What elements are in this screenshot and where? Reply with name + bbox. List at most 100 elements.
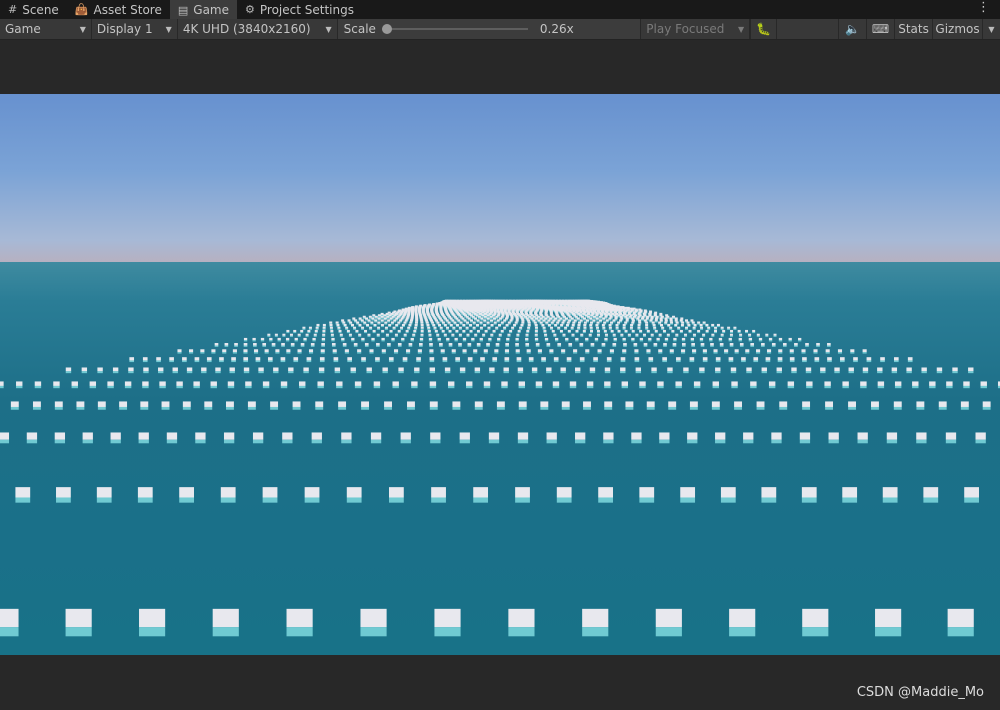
cube — [776, 367, 782, 374]
cube — [837, 349, 843, 354]
cube — [232, 349, 237, 354]
play-mode-dropdown[interactable]: Play Focused ▼ — [640, 19, 751, 39]
more-options-icon[interactable]: ⋮ — [977, 1, 990, 14]
tab-scene[interactable]: # Scene — [0, 0, 67, 19]
cube — [712, 381, 719, 389]
cube — [179, 487, 195, 503]
mute-audio-button[interactable]: 🔈 — [838, 19, 867, 39]
tab-project-settings[interactable]: ⚙ Project Settings — [237, 0, 362, 19]
cube — [357, 349, 362, 354]
cube — [82, 432, 93, 444]
scale-slider-handle[interactable] — [381, 24, 392, 34]
cube — [498, 333, 502, 337]
cube — [490, 323, 494, 328]
cube — [646, 349, 651, 354]
cube — [474, 401, 483, 410]
resolution-dropdown[interactable]: 4K UHD (3840x2160) ▼ — [177, 19, 338, 39]
cube — [634, 349, 639, 354]
cube — [336, 323, 340, 328]
cube — [761, 367, 767, 374]
cube — [331, 343, 336, 347]
game-view[interactable] — [0, 94, 1000, 655]
cube — [363, 321, 367, 325]
cube — [486, 314, 490, 318]
cube — [534, 333, 538, 337]
cube — [374, 319, 378, 323]
cube — [761, 343, 765, 347]
cube — [274, 333, 278, 337]
cube — [646, 401, 655, 410]
cube — [374, 315, 378, 319]
cube — [428, 337, 433, 342]
cube — [639, 329, 643, 334]
cube — [364, 343, 369, 347]
cube — [448, 329, 452, 334]
cube — [583, 317, 587, 321]
cube — [820, 367, 826, 374]
cube — [608, 326, 612, 330]
cube — [455, 323, 459, 328]
cube — [503, 326, 507, 330]
cube — [211, 349, 216, 354]
cube — [361, 401, 370, 410]
cube — [420, 323, 424, 328]
cube — [720, 333, 724, 337]
tab-game[interactable]: ▤ Game — [169, 0, 237, 19]
cube — [322, 329, 326, 334]
cube — [15, 487, 31, 503]
cube — [466, 333, 470, 337]
cube — [314, 329, 318, 334]
cube — [243, 367, 250, 374]
cube — [469, 323, 473, 328]
cube — [500, 329, 504, 334]
cube — [601, 323, 605, 328]
cube — [388, 487, 404, 503]
cube — [674, 323, 678, 328]
cube — [741, 357, 746, 363]
tab-asset-store[interactable]: 👜 Asset Store — [67, 0, 170, 19]
cube — [433, 326, 437, 330]
stats-button[interactable]: Stats — [894, 19, 933, 39]
gizmos-dropdown[interactable]: ▼ — [982, 19, 1000, 39]
cube — [343, 323, 347, 328]
view-mode-dropdown[interactable]: Game ▼ — [0, 19, 92, 39]
cube — [789, 357, 795, 363]
gizmos-button[interactable]: Gizmos — [932, 19, 983, 39]
cube — [711, 401, 720, 410]
shortcuts-button[interactable]: ⌨ — [866, 19, 895, 39]
cube — [486, 317, 490, 321]
cube — [383, 314, 387, 318]
cube — [739, 333, 743, 337]
cube — [541, 357, 546, 363]
cube — [419, 343, 423, 347]
cube — [598, 487, 613, 503]
display-dropdown[interactable]: Display 1 ▼ — [91, 19, 178, 39]
cube — [814, 357, 820, 363]
cube — [527, 323, 531, 328]
cube — [534, 323, 538, 328]
cube — [290, 343, 295, 347]
cube — [255, 357, 261, 363]
cube — [534, 337, 539, 342]
cube — [312, 337, 316, 342]
scale-slider[interactable] — [381, 24, 528, 34]
frame-debugger-button[interactable]: 🐛 — [750, 19, 777, 39]
cube — [193, 381, 200, 389]
cube — [850, 349, 855, 354]
cube — [112, 367, 119, 374]
cube — [661, 326, 665, 330]
cube — [604, 337, 608, 342]
cube — [559, 329, 563, 334]
cube — [805, 343, 809, 347]
cube — [527, 326, 531, 330]
cube — [429, 357, 435, 363]
cube — [53, 381, 60, 389]
cube — [459, 432, 470, 444]
cube — [727, 326, 731, 330]
cube — [489, 315, 493, 319]
cube — [215, 367, 221, 374]
cube — [483, 319, 487, 323]
cube — [766, 349, 772, 354]
cube — [350, 367, 356, 374]
cube — [158, 367, 164, 374]
